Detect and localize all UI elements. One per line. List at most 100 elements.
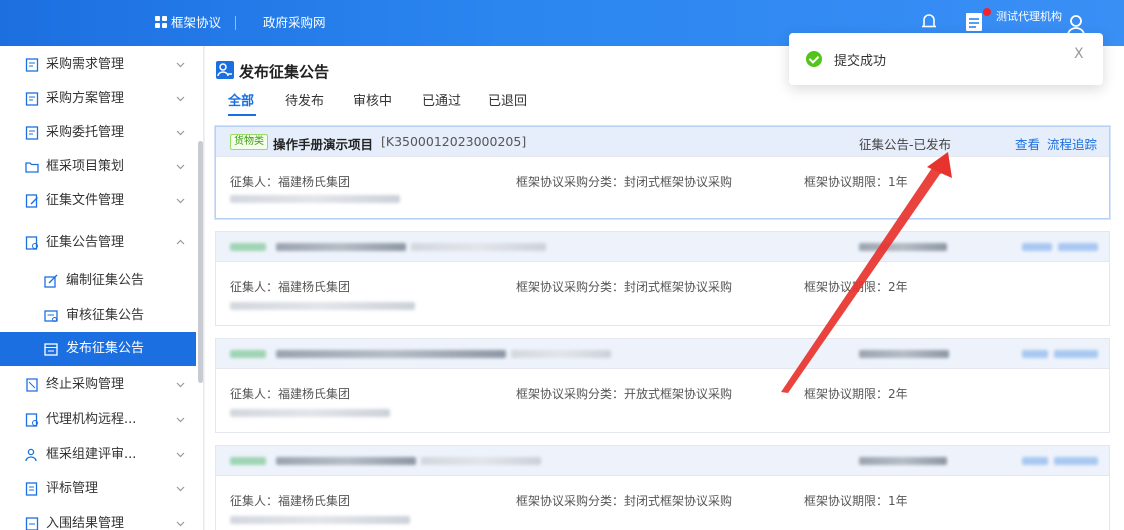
folder-icon (25, 162, 39, 173)
chevron-down-icon (176, 382, 185, 388)
chevron-down-icon (176, 62, 185, 68)
collector-field: 征集人：福建杨氏集团 (230, 280, 351, 294)
tab-all[interactable]: 全部 (228, 90, 254, 109)
success-toast: 提交成功 X (789, 33, 1103, 85)
project-name[interactable]: 操作手册演示项目 (273, 134, 373, 153)
sidebar-scrollbar[interactable] (198, 141, 203, 383)
chevron-down-icon (176, 198, 185, 204)
sidebar-item-bid-evaluation[interactable]: 评标管理 (0, 472, 196, 506)
sidebar-item-review-committee[interactable]: 框采组建评审... (0, 438, 196, 472)
redacted-link (1054, 457, 1098, 465)
announcement-card[interactable]: 货物类 操作手册演示项目 [K3500012023000205] 征集公告-已发… (215, 126, 1110, 219)
announcement-card[interactable]: 征集人：福建杨氏集团 框架协议采购分类：封闭式框架协议采购 框架协议期限：1年 (215, 445, 1110, 530)
chevron-down-icon (176, 521, 185, 527)
monitor-icon (25, 413, 38, 427)
status-tabs: 全部 待发布 审核中 已通过 已退回 (205, 90, 1124, 116)
sidebar-item-solicitation-docs[interactable]: 征集文件管理 (0, 184, 196, 218)
sidebar-item-label: 终止采购管理 (46, 377, 125, 392)
sidebar-item-label: 发布征集公告 (66, 341, 145, 356)
sidebar-item-label: 框采项目策划 (46, 159, 125, 174)
file-edit-icon (25, 194, 38, 208)
check-circle-icon (806, 51, 822, 67)
grid-icon (155, 16, 167, 28)
sidebar-item-shortlist-results[interactable]: 入围结果管理 (0, 507, 196, 530)
redacted-text (859, 350, 949, 358)
sidebar: 采购需求管理 采购方案管理 采购委托管理 框采项目策划 征集文件管理 征集公告管… (0, 46, 204, 530)
document-icon (25, 58, 39, 72)
chevron-down-icon (176, 130, 185, 136)
sidebar-item-plan[interactable]: 采购方案管理 (0, 82, 196, 116)
announcement-card[interactable]: 征集人：福建杨氏集团 框架协议采购分类：封闭式框架协议采购 框架协议期限：2年 (215, 231, 1110, 326)
notification-dot (983, 8, 991, 16)
publish-icon (44, 343, 58, 356)
view-link[interactable]: 查看 (1015, 134, 1040, 153)
tab-approved[interactable]: 已通过 (422, 90, 461, 109)
sidebar-item-project-planning[interactable]: 框采项目策划 (0, 150, 196, 184)
category-badge: 货物类 (230, 134, 268, 150)
sidebar-item-label: 入围结果管理 (46, 516, 125, 530)
redacted-text (511, 350, 611, 358)
sidebar-item-requirements[interactable]: 采购需求管理 (0, 48, 196, 82)
announcement-card[interactable]: 征集人：福建杨氏集团 框架协议采购分类：开放式框架协议采购 框架协议期限：2年 (215, 338, 1110, 433)
nav-gov-procurement[interactable]: 政府采购网 (263, 0, 326, 46)
redacted-text (411, 243, 546, 251)
users-icon (25, 448, 37, 462)
close-icon[interactable]: X (1074, 46, 1084, 62)
document-icon (25, 92, 39, 106)
nav-framework-agreement[interactable]: 框架协议 (155, 0, 221, 46)
bell-icon[interactable] (921, 13, 937, 31)
sidebar-item-label: 框采组建评审... (46, 447, 137, 462)
redacted-text (230, 302, 415, 310)
card-header (216, 339, 1109, 369)
redacted-link (1022, 243, 1052, 251)
review-icon (44, 310, 58, 322)
sidebar-item-announcement[interactable]: 征集公告管理 (0, 226, 196, 260)
sidebar-item-label: 采购需求管理 (46, 57, 125, 72)
redacted-badge (230, 350, 266, 358)
chevron-down-icon (176, 452, 185, 458)
sidebar-item-entrust[interactable]: 采购委托管理 (0, 116, 196, 150)
sidebar-item-publish-announcement[interactable]: 发布征集公告 (0, 332, 196, 366)
sidebar-item-label: 代理机构远程... (46, 412, 137, 427)
redacted-text (859, 243, 947, 251)
nav-divider (235, 16, 236, 30)
category-field: 框架协议采购分类：封闭式框架协议采购 (516, 494, 733, 508)
category-field: 框架协议采购分类：开放式框架协议采购 (516, 387, 733, 401)
redacted-text (230, 516, 410, 524)
main-content: 发布征集公告 全部 待发布 审核中 已通过 已退回 货物类 操作手册演示项目 [… (205, 46, 1124, 530)
collector-field: 征集人：福建杨氏集团 (230, 175, 351, 189)
category-field: 框架协议采购分类：封闭式框架协议采购 (516, 175, 733, 189)
sidebar-item-agency-remote[interactable]: 代理机构远程... (0, 403, 196, 437)
tab-reviewing[interactable]: 审核中 (353, 90, 392, 109)
redacted-link (1022, 457, 1048, 465)
sidebar-item-label: 征集公告管理 (46, 235, 125, 250)
sidebar-item-terminate[interactable]: 终止采购管理 (0, 368, 196, 402)
sidebar-item-edit-announcement[interactable]: 编制征集公告 (0, 264, 196, 298)
message-icon[interactable] (965, 11, 985, 33)
sidebar-item-label: 采购委托管理 (46, 125, 125, 140)
tab-pending[interactable]: 待发布 (285, 90, 324, 109)
sidebar-item-label: 评标管理 (46, 481, 99, 496)
chevron-down-icon (176, 486, 185, 492)
period-field: 框架协议期限：2年 (804, 280, 908, 294)
card-header: 货物类 操作手册演示项目 [K3500012023000205] 征集公告-已发… (216, 127, 1109, 157)
tab-returned[interactable]: 已退回 (488, 90, 527, 109)
sidebar-item-review-announcement[interactable]: 审核征集公告 (0, 299, 196, 333)
redacted-text (421, 457, 541, 465)
card-header (216, 232, 1109, 262)
sidebar-item-label: 编制征集公告 (66, 273, 145, 288)
evaluation-icon (25, 482, 38, 496)
chevron-down-icon (176, 417, 185, 423)
tab-active-indicator (228, 114, 256, 116)
period-field: 框架协议期限：1年 (804, 175, 908, 189)
trace-link[interactable]: 流程追踪 (1047, 134, 1097, 153)
result-icon (25, 517, 39, 530)
status-text: 征集公告-已发布 (859, 137, 952, 152)
redacted-text (230, 195, 400, 203)
edit-icon (44, 274, 58, 288)
org-name[interactable]: 测试代理机构 (996, 8, 1062, 24)
nav-framework-label: 框架协议 (171, 15, 222, 30)
page-title: 发布征集公告 (239, 63, 330, 81)
redacted-text (276, 243, 406, 251)
project-code: [K3500012023000205] (381, 134, 527, 149)
